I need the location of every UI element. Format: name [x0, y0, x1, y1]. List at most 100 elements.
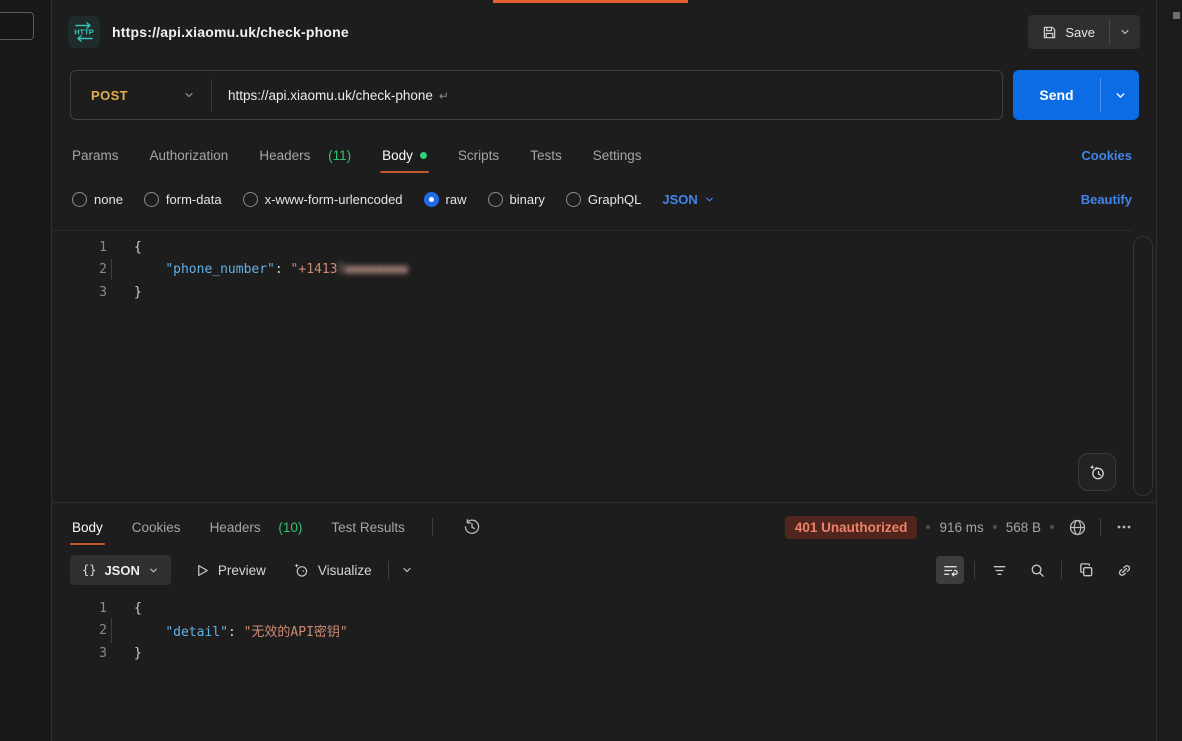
- wrap-text-icon: [942, 562, 959, 579]
- request-title: https://api.xiaomu.uk/check-phone: [112, 24, 349, 40]
- main-panel: HTTP https://api.xiaomu.uk/check-phone S…: [52, 0, 1157, 741]
- tab-scripts[interactable]: Scripts: [456, 138, 501, 173]
- more-options-button[interactable]: [1110, 513, 1138, 541]
- chevron-down-icon: [148, 565, 159, 576]
- body-type-row: none form-data x-www-form-urlencoded raw…: [72, 183, 1132, 215]
- code-text: {: [107, 601, 142, 616]
- body-type-binary[interactable]: binary: [488, 192, 545, 207]
- send-options-button[interactable]: [1101, 70, 1139, 120]
- tab-label: Body: [72, 520, 103, 535]
- code-line: 3 }: [52, 281, 1132, 304]
- tab-label: Cookies: [132, 520, 181, 535]
- raw-language-selector[interactable]: JSON: [662, 192, 714, 207]
- radio-icon: [566, 192, 581, 207]
- response-status-cluster: 401 Unauthorized 916 ms 568 B: [785, 513, 1138, 541]
- history-icon: [463, 518, 481, 536]
- wrap-text-button[interactable]: [936, 556, 964, 584]
- line-number: 1: [52, 601, 107, 616]
- send-button[interactable]: Send: [1013, 70, 1100, 120]
- request-url-row: POST https://api.xiaomu.uk/check-phone↵ …: [70, 70, 1139, 122]
- tab-settings[interactable]: Settings: [591, 138, 644, 173]
- dot-separator: [926, 525, 930, 529]
- sidebar-collapsed-item[interactable]: [0, 12, 34, 40]
- visualize-label: Visualize: [318, 563, 372, 578]
- postbot-ai-button[interactable]: [1078, 453, 1116, 491]
- radio-icon: [488, 192, 503, 207]
- preview-button[interactable]: Preview: [195, 563, 266, 578]
- cookies-link[interactable]: Cookies: [1081, 148, 1132, 163]
- request-header: HTTP https://api.xiaomu.uk/check-phone S…: [52, 8, 1156, 56]
- http-method-icon: HTTP: [68, 16, 100, 48]
- radio-checked-icon: [424, 192, 439, 207]
- body-type-urlencoded[interactable]: x-www-form-urlencoded: [243, 192, 403, 207]
- body-type-raw[interactable]: raw: [424, 192, 467, 207]
- pane-divider[interactable]: [52, 502, 1156, 503]
- body-type-none[interactable]: none: [72, 192, 123, 207]
- code-text: }: [107, 646, 142, 661]
- save-options-button[interactable]: [1110, 15, 1140, 49]
- response-size[interactable]: 568 B: [1006, 520, 1041, 535]
- tab-tests[interactable]: Tests: [528, 138, 564, 173]
- globe-icon: [1068, 518, 1087, 537]
- response-tab-headers[interactable]: Headers (10): [208, 510, 305, 545]
- tab-authorization[interactable]: Authorization: [148, 138, 231, 173]
- method-label: POST: [91, 88, 128, 103]
- request-body-editor[interactable]: 1 { 2 "phone_number": "+14135●●●●●●●● 3 …: [52, 230, 1132, 502]
- response-tab-cookies[interactable]: Cookies: [130, 510, 183, 545]
- tab-body[interactable]: Body: [380, 138, 429, 173]
- tab-label: Params: [72, 148, 119, 163]
- tab-label: Test Results: [331, 520, 405, 535]
- preview-play-icon: [195, 563, 210, 578]
- url-value: https://api.xiaomu.uk/check-phone: [228, 88, 433, 103]
- tab-label: Headers: [210, 520, 261, 535]
- json-value: "无效的API密钥": [244, 625, 348, 640]
- json-key: "phone_number": [165, 262, 275, 277]
- url-input[interactable]: https://api.xiaomu.uk/check-phone ↵: [212, 88, 449, 103]
- line-number: 2: [52, 623, 107, 638]
- indent-guide: [111, 618, 112, 643]
- response-tab-test-results[interactable]: Test Results: [329, 510, 407, 545]
- filter-button[interactable]: [985, 556, 1013, 584]
- body-modified-dot: [420, 152, 427, 159]
- radio-label: raw: [446, 192, 467, 207]
- response-format-selector[interactable]: {} JSON: [70, 555, 171, 585]
- tab-headers[interactable]: Headers (11): [257, 138, 353, 173]
- send-button-group: Send: [1013, 70, 1139, 120]
- dot-separator: [993, 525, 997, 529]
- body-type-form-data[interactable]: form-data: [144, 192, 222, 207]
- left-sidebar-rail[interactable]: [0, 0, 52, 741]
- response-history-button[interactable]: [458, 513, 486, 541]
- editor-scrollbar[interactable]: [1133, 236, 1153, 496]
- json-value: "+1413: [291, 262, 338, 277]
- network-info-button[interactable]: [1063, 513, 1091, 541]
- response-body-editor[interactable]: 1 { 2 "detail": "无效的API密钥" 3 }: [52, 594, 1132, 741]
- divider: [432, 518, 433, 536]
- response-time[interactable]: 916 ms: [939, 520, 983, 535]
- code-line: 3 }: [52, 642, 1132, 665]
- response-tab-body[interactable]: Body: [70, 510, 105, 545]
- search-button[interactable]: [1023, 556, 1051, 584]
- response-toolbar: {} JSON Preview Visualize: [70, 552, 1138, 588]
- code-text: {: [107, 240, 142, 255]
- save-label: Save: [1065, 25, 1095, 40]
- visualize-button[interactable]: Visualize: [292, 561, 372, 579]
- method-selector[interactable]: POST: [71, 88, 211, 103]
- copy-button[interactable]: [1072, 556, 1100, 584]
- save-button[interactable]: Save: [1028, 15, 1109, 49]
- beautify-link[interactable]: Beautify: [1081, 192, 1132, 207]
- preview-label: Preview: [218, 563, 266, 578]
- link-button[interactable]: [1110, 556, 1138, 584]
- body-type-graphql[interactable]: GraphQL: [566, 192, 641, 207]
- tab-params[interactable]: Params: [70, 138, 121, 173]
- code-text: "detail": "无效的API密钥": [107, 621, 348, 640]
- more-options-icon: [1115, 518, 1133, 536]
- chevron-down-icon: [1119, 26, 1131, 38]
- radio-label: x-www-form-urlencoded: [265, 192, 403, 207]
- toolbar-more-button[interactable]: [393, 556, 421, 584]
- status-badge[interactable]: 401 Unauthorized: [785, 516, 918, 539]
- tab-label: Scripts: [458, 148, 499, 163]
- enter-key-icon: ↵: [439, 89, 449, 103]
- line-number: 3: [52, 285, 107, 300]
- tab-label: Body: [382, 148, 413, 163]
- json-key: "detail": [165, 625, 228, 640]
